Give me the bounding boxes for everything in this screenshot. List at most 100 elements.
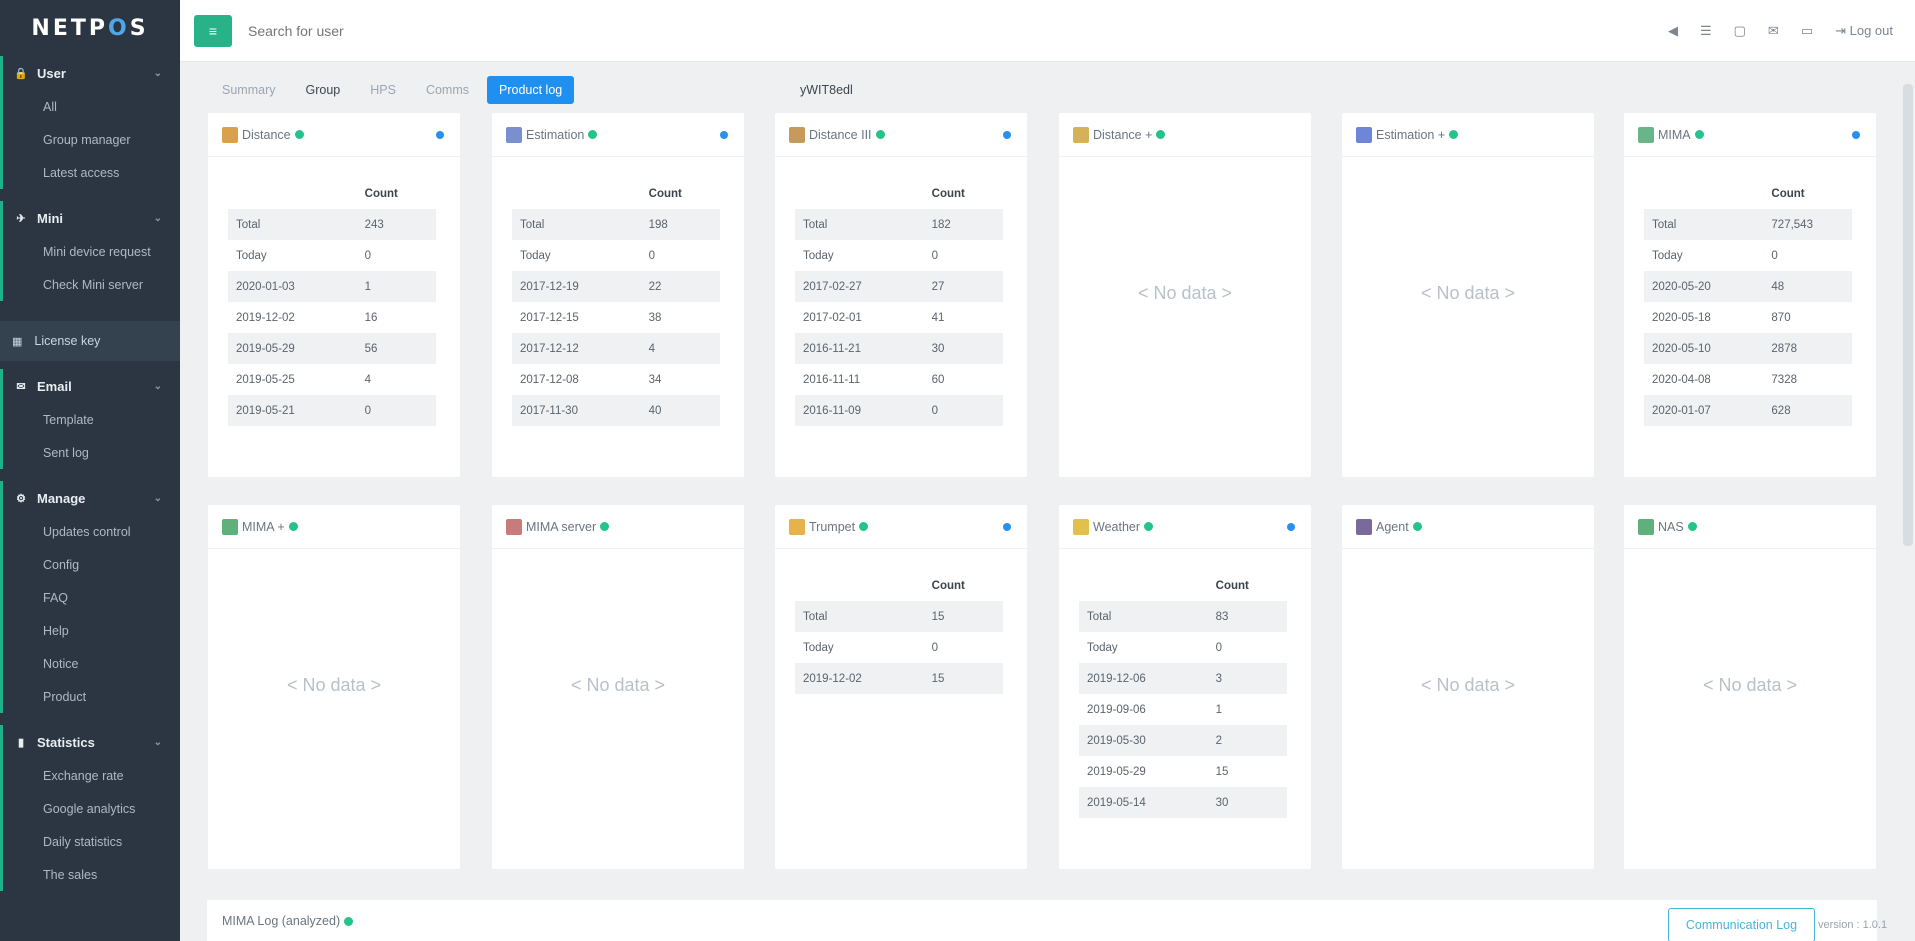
search-input[interactable]	[248, 22, 648, 39]
sidebar-item-updates-control[interactable]: Updates control	[0, 515, 180, 548]
row-label: Total	[228, 209, 357, 240]
monitor-icon[interactable]: ▭	[1801, 23, 1813, 39]
stat-card-distance: Distance + < No data >	[1059, 113, 1311, 477]
row-count: 3	[1207, 663, 1287, 694]
sidebar-item-mini-device-request[interactable]: Mini device request	[0, 235, 180, 268]
nav-group-manage: ⚙ Manage ⌄ Updates control Config FAQ Help Noti…	[0, 481, 180, 725]
tab-hps[interactable]: HPS	[358, 76, 408, 104]
row-count: 870	[1771, 311, 1791, 324]
row-count: 1	[356, 271, 436, 302]
sidebar-item-the-sales[interactable]: The sales	[0, 858, 180, 891]
table-row: 2020-01-03 1	[228, 271, 436, 302]
sidebar-item-config[interactable]: Config	[0, 548, 180, 581]
sidebar: NETP O S 🔒 User ⌄ All Group manager Latest acce…	[0, 0, 180, 941]
table-row: Today 0	[1644, 240, 1852, 271]
row-label: 2016-11-09	[795, 395, 924, 426]
row-count: 198	[640, 209, 720, 240]
refresh-dot-button[interactable]	[1003, 130, 1011, 139]
row-count: 27	[923, 271, 1003, 302]
nav-group-label: Manage	[37, 490, 86, 506]
row-label: 2019-12-06	[1079, 663, 1208, 694]
refresh-dot-button[interactable]	[1852, 130, 1860, 139]
card-title: Distance III	[809, 127, 872, 142]
sidebar-item-sent-log[interactable]: Sent log	[0, 436, 180, 469]
stat-card-mima: MIMA + < No data >	[208, 505, 460, 869]
app-icon	[789, 126, 805, 143]
refresh-dot-button[interactable]	[1287, 522, 1295, 531]
card-header: MIMA server	[492, 505, 744, 549]
communication-log-button[interactable]: Communication Log	[1668, 908, 1815, 941]
sidebar-item-all[interactable]: All	[0, 90, 180, 123]
menu-toggle-button[interactable]: ≡	[194, 14, 232, 47]
menu-icon: ≡	[208, 22, 218, 39]
list-icon[interactable]: ☰	[1700, 23, 1712, 39]
sidebar-item-label: License key	[34, 334, 101, 348]
bottom-panel-title: MIMA Log (analyzed)	[222, 914, 354, 928]
card-title: Trumpet	[809, 519, 856, 534]
nav-group-header-statistics[interactable]: ▮ Statistics ⌄	[0, 725, 180, 759]
row-label: Today	[803, 641, 834, 654]
table-row: 2017-11-30 40	[512, 395, 720, 426]
stat-card-trumpet: Trumpet Count Total 15 Today 0 2019-12-02 15	[775, 505, 1027, 869]
document-icon[interactable]: ▢	[1734, 23, 1746, 39]
row-count: 1	[1215, 703, 1223, 716]
column-header-count: Count	[1215, 580, 1249, 592]
nav-group-header-manage[interactable]: ⚙ Manage ⌄	[0, 481, 180, 515]
status-dot	[1449, 130, 1459, 139]
sidebar-item-group-manager[interactable]: Group manager	[0, 123, 180, 156]
tab-group[interactable]: Group	[293, 76, 352, 104]
nav-group-statistics: ▮ Statistics ⌄ Exchange rate Google analytic…	[0, 725, 180, 903]
sidebar-item-license-key[interactable]: ▦ License key	[0, 321, 180, 361]
logout-button[interactable]: ⇥ Log out	[1835, 23, 1893, 39]
sidebar-item-daily-statistics[interactable]: Daily statistics	[0, 825, 180, 858]
scrollbar[interactable]	[1903, 84, 1913, 546]
tab-bar: Summary Group HPS Comms Product log	[210, 76, 575, 104]
sidebar-item-faq[interactable]: FAQ	[0, 581, 180, 614]
card-header: NAS	[1624, 505, 1876, 549]
row-label: 2017-02-27	[795, 271, 924, 302]
sidebar-item-notice[interactable]: Notice	[0, 647, 180, 680]
row-count: 727,543	[1763, 209, 1852, 240]
status-dot	[875, 130, 885, 139]
refresh-dot-button[interactable]	[436, 130, 444, 139]
card-title: MIMA +	[242, 519, 285, 534]
column-header-date	[795, 179, 924, 209]
stat-card-weather: Weather Count Total 83 Today 0 2019-12-06 3 2019…	[1059, 505, 1311, 869]
nav-group-header-mini[interactable]: ✈ Mini ⌄	[0, 201, 180, 235]
table-row: 2017-12-19 22	[512, 271, 720, 302]
app-icon	[1638, 518, 1654, 535]
table-row: 2017-12-08 34	[512, 364, 720, 395]
logo[interactable]: NETP O S	[0, 0, 180, 56]
mail-icon[interactable]: ✉	[1768, 23, 1779, 39]
refresh-dot-button[interactable]	[1003, 522, 1011, 531]
sidebar-item-product[interactable]: Product	[0, 680, 180, 713]
tab-comms[interactable]: Comms	[414, 76, 481, 104]
card-header: Estimation	[492, 113, 744, 157]
sidebar-item-google-analytics[interactable]: Google analytics	[0, 792, 180, 825]
row-label: 2017-12-15	[520, 311, 579, 324]
sidebar-item-exchange-rate[interactable]: Exchange rate	[0, 759, 180, 792]
logo-text-end: S	[129, 15, 149, 41]
nav-group-header-user[interactable]: 🔒 User ⌄	[0, 56, 180, 90]
app-icon	[1638, 126, 1654, 143]
app-icon	[1356, 518, 1372, 535]
sidebar-item-template[interactable]: Template	[0, 403, 180, 436]
row-label: 2017-11-30	[512, 395, 641, 426]
row-count: 60	[931, 373, 945, 386]
row-label: Total	[1079, 601, 1208, 632]
tab-summary[interactable]: Summary	[210, 76, 287, 104]
no-data-label: < No data >	[570, 675, 666, 695]
back-icon[interactable]: ◀	[1668, 23, 1678, 39]
refresh-dot-button[interactable]	[720, 130, 728, 139]
row-label: 2017-12-19	[512, 271, 641, 302]
sidebar-item-help[interactable]: Help	[0, 614, 180, 647]
bottom-panel	[207, 900, 1877, 941]
tab-product-log[interactable]: Product log	[487, 76, 575, 104]
no-data-label: < No data >	[1702, 675, 1798, 695]
sidebar-item-latest-access[interactable]: Latest access	[0, 156, 180, 189]
nav-group-header-email[interactable]: ✉ Email ⌄	[0, 369, 180, 403]
app-icon	[789, 518, 805, 535]
column-header-count: Count	[931, 580, 965, 592]
sidebar-item-check-mini-server[interactable]: Check Mini server	[0, 268, 180, 301]
app-icon	[1073, 518, 1089, 535]
